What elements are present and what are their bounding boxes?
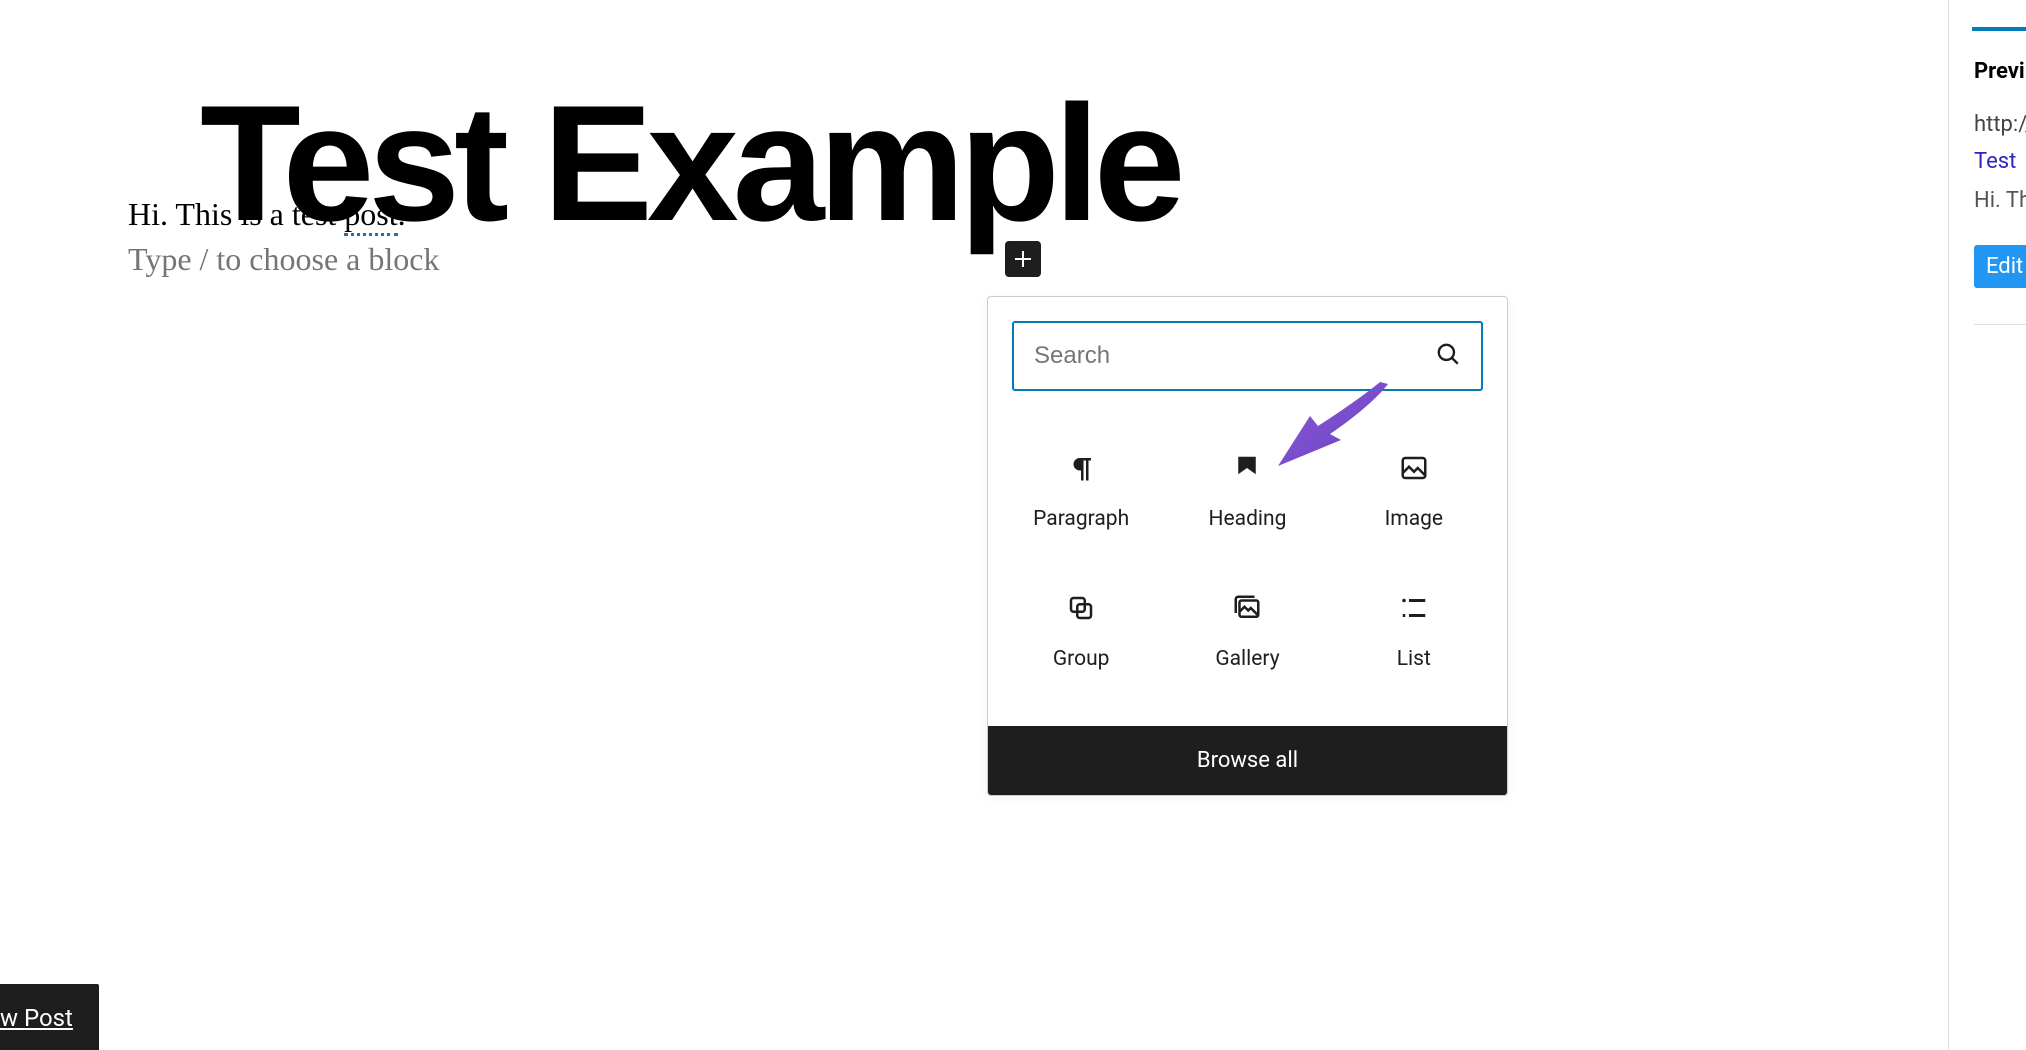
block-image[interactable]: Image [1331,421,1497,561]
block-label: List [1397,647,1431,671]
block-grid: Paragraph Heading Image Group [988,401,1507,726]
spellcheck-word[interactable]: post [344,196,397,236]
preview-url: http:// [1949,84,2026,137]
paragraph-icon [1066,451,1096,485]
browse-all-button[interactable]: Browse all [988,726,1507,795]
add-block-button[interactable] [1005,241,1041,277]
preview-snippet: Hi. Th [1949,174,2026,213]
gallery-icon [1232,591,1262,625]
post-body-paragraph[interactable]: Hi. This is a test post. [128,196,406,233]
image-icon [1399,451,1429,485]
sidebar-separator [1974,324,2026,325]
plus-icon [1011,247,1035,271]
preview-heading: Previ [1949,31,2026,84]
block-gallery[interactable]: Gallery [1164,561,1330,701]
block-label: Paragraph [1033,507,1129,531]
sidebar-active-tab[interactable] [1972,0,2026,31]
new-post-button[interactable]: w Post [0,984,99,1050]
block-label: Group [1053,647,1110,671]
block-paragraph[interactable]: Paragraph [998,421,1164,561]
settings-sidebar: Previ http:// Test Hi. Th Edit [1948,0,2026,1050]
editor-canvas: Test Example Hi. This is a test post. Ty… [0,0,2026,1050]
search-icon [1435,341,1461,371]
inserter-search-wrap [1012,321,1483,391]
new-block-placeholder[interactable]: Type / to choose a block [128,241,439,278]
block-heading[interactable]: Heading [1164,421,1330,561]
body-text-suffix: . [398,196,406,232]
block-label: Heading [1209,507,1287,531]
group-icon [1066,591,1096,625]
block-list[interactable]: List [1331,561,1497,701]
preview-link-title[interactable]: Test [1949,137,2026,174]
block-label: Image [1385,507,1443,531]
list-icon [1399,591,1429,625]
heading-icon [1232,451,1262,485]
body-text: Hi. This is a test [128,196,344,232]
block-inserter-popover: Paragraph Heading Image Group [987,296,1508,796]
block-search-input[interactable] [1012,321,1483,391]
block-group[interactable]: Group [998,561,1164,701]
edit-snippet-button[interactable]: Edit [1974,245,2026,288]
block-label: Gallery [1215,647,1279,671]
